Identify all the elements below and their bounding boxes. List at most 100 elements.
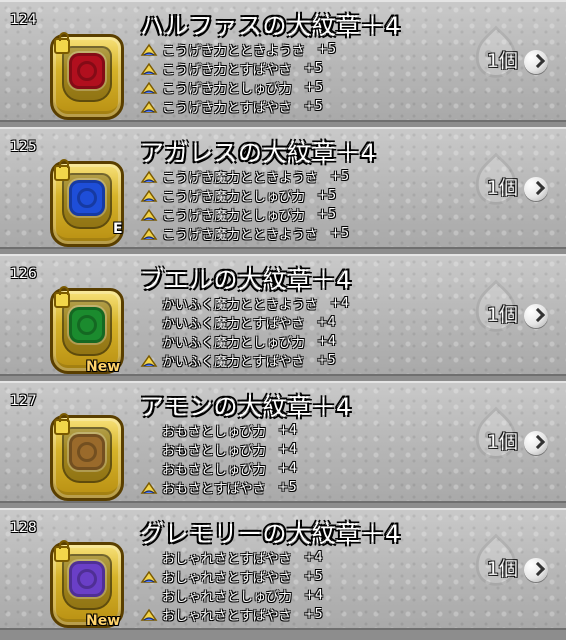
new-badge: New [86, 613, 121, 629]
stat-line: こうげき力とときようさ +5 [140, 40, 336, 59]
stat-text: おもさとすばやさ [162, 482, 266, 497]
stat-bonus: +5 [330, 226, 350, 241]
item-row[interactable]: 125 アガレスの大紋章＋4 こうげき魔力とときようさ +5 こうげき魔力としゅび… [0, 127, 566, 249]
item-number: 128 [10, 520, 37, 536]
slime-watermark-icon [466, 530, 526, 590]
item-row[interactable]: 124 ハルファスの大紋章＋4 こうげき力とときようさ +5 こうげき力とすばやさ… [0, 0, 566, 122]
stat-text: こうげき魔力としゅび力 [162, 190, 306, 205]
chevron-right-icon[interactable] [524, 431, 548, 455]
stat-bonus: +5 [304, 80, 324, 95]
item-row[interactable]: 126 ブエルの大紋章＋4 かいふく魔力とときようさ +4 かいふく魔力とすばやさ +… [0, 254, 566, 376]
stat-bonus: +4 [316, 315, 336, 330]
stats-list: おもさとしゅび力 +4 おもさとしゅび力 +4 おもさとしゅび力 +4 おもさとすばやさ +… [140, 421, 297, 497]
slime-watermark-icon [466, 276, 526, 336]
lock-icon [54, 540, 70, 562]
stat-text: こうげき力としゅび力 [162, 82, 293, 97]
hat-icon [140, 189, 158, 203]
emblem-list: 124 ハルファスの大紋章＋4 こうげき力とときようさ +5 こうげき力とすばやさ… [0, 0, 566, 640]
stat-line: かいふく魔力とときようさ +4 [140, 294, 349, 313]
item-number: 124 [10, 12, 37, 28]
stat-text: かいふく魔力とすばやさ [162, 355, 305, 370]
stat-bonus: +5 [317, 188, 337, 203]
chevron-right-icon[interactable] [524, 50, 548, 74]
stat-bonus: +5 [316, 353, 336, 368]
stat-line: おしゃれさとすばやさ +5 [140, 605, 323, 624]
crest-icon [69, 180, 105, 216]
stat-line: こうげき魔力とときようさ +5 [140, 224, 349, 243]
hat-icon [140, 43, 158, 57]
crest-icon [69, 434, 105, 470]
stat-line: かいふく魔力とすばやさ +4 [140, 313, 349, 332]
item-number: 126 [10, 266, 37, 282]
lock-icon [54, 159, 70, 181]
crest-icon [69, 53, 105, 89]
item-row[interactable]: 128 グレモリーの大紋章＋4 おしゃれさとすばやさ +4 おしゃれさとすばやさ +… [0, 508, 566, 630]
item-name: アモンの大紋章＋4 [140, 393, 352, 421]
stat-bonus: +4 [278, 423, 298, 438]
stat-bonus: +4 [304, 588, 324, 603]
stat-line: こうげき魔力としゅび力 +5 [140, 186, 349, 205]
stat-line: おもさとしゅび力 +4 [140, 440, 297, 459]
stat-line: かいふく魔力としゅび力 +4 [140, 332, 349, 351]
stat-bonus: +4 [330, 296, 350, 311]
stat-bonus: +5 [277, 480, 297, 495]
stat-bonus: +5 [303, 569, 323, 584]
stat-line: おもさとしゅび力 +4 [140, 459, 297, 478]
stat-line: こうげき力とすばやさ +5 [140, 59, 336, 78]
stat-bonus: +5 [317, 42, 337, 57]
hat-icon [140, 608, 158, 622]
stat-line: かいふく魔力とすばやさ +5 [140, 351, 349, 370]
item-number: 127 [10, 393, 37, 409]
item-number: 125 [10, 139, 37, 155]
slime-watermark-icon [466, 403, 526, 463]
hat-icon [140, 81, 158, 95]
lock-icon [54, 32, 70, 54]
chevron-right-icon[interactable] [524, 304, 548, 328]
stat-bonus: +5 [303, 61, 323, 76]
stat-bonus: +5 [317, 207, 337, 222]
stat-text: こうげき力とときようさ [162, 44, 306, 59]
stat-text: おしゃれさとしゅび力 [162, 590, 293, 605]
stat-line: おしゃれさとすばやさ +5 [140, 567, 323, 586]
stat-text: おもさとしゅび力 [162, 425, 267, 440]
item-name: グレモリーの大紋章＋4 [140, 520, 401, 548]
stat-text: かいふく魔力とときようさ [162, 298, 319, 313]
stat-text: おもさとしゅび力 [162, 444, 267, 459]
item-row[interactable]: 127 アモンの大紋章＋4 おもさとしゅび力 +4 おもさとしゅび力 +4 おもさとしゅ… [0, 381, 566, 503]
slime-watermark-icon [466, 149, 526, 209]
chevron-right-icon[interactable] [524, 558, 548, 582]
item-name: ブエルの大紋章＋4 [140, 266, 352, 294]
stat-line: おしゃれさとすばやさ +4 [140, 548, 323, 567]
stat-bonus: +5 [330, 169, 350, 184]
stat-bonus: +4 [317, 334, 337, 349]
stat-text: こうげき魔力とときようさ [162, 228, 319, 243]
hat-icon [140, 100, 158, 114]
crest-icon [69, 307, 105, 343]
equipped-badge: E [113, 221, 123, 237]
stat-text: こうげき力とすばやさ [162, 101, 292, 116]
stat-bonus: +5 [303, 99, 323, 114]
stat-bonus: +4 [303, 550, 323, 565]
stat-line: こうげき魔力としゅび力 +5 [140, 205, 349, 224]
stat-text: こうげき魔力とときようさ [162, 171, 319, 186]
stat-bonus: +4 [278, 461, 298, 476]
hat-icon [140, 227, 158, 241]
item-name: アガレスの大紋章＋4 [140, 139, 377, 167]
slime-watermark-icon [466, 22, 526, 82]
stat-bonus: +5 [303, 607, 323, 622]
chevron-right-icon[interactable] [524, 177, 548, 201]
crest-icon [69, 561, 105, 597]
stat-text: かいふく魔力としゅび力 [162, 336, 306, 351]
stats-list: おしゃれさとすばやさ +4 おしゃれさとすばやさ +5 おしゃれさとしゅび力 +4 おし… [140, 548, 323, 624]
hat-icon [140, 170, 158, 184]
stat-line: おもさとしゅび力 +4 [140, 421, 297, 440]
hat-icon [140, 354, 158, 368]
stat-text: こうげき魔力としゅび力 [162, 209, 306, 224]
stat-text: おもさとしゅび力 [162, 463, 267, 478]
hat-icon [140, 208, 158, 222]
lock-icon [54, 286, 70, 308]
stat-text: おしゃれさとすばやさ [162, 609, 292, 624]
hat-icon [140, 481, 158, 495]
lock-icon [54, 413, 70, 435]
stat-line: こうげき力とすばやさ +5 [140, 97, 336, 116]
